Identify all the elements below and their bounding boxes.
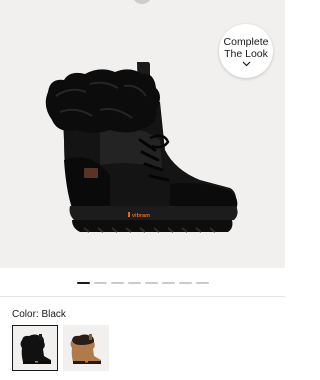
swatch-chestnut-image [70, 334, 101, 364]
complete-the-look-label-1: Complete [223, 35, 269, 48]
sole-brand-logo: vibram [132, 213, 150, 219]
carousel-dot-5[interactable] [144, 282, 158, 284]
carousel-pagination [0, 282, 285, 284]
chevron-down-icon [242, 61, 250, 66]
boot-midsole [69, 206, 238, 220]
carousel-dot-3[interactable] [110, 282, 124, 284]
carousel-dot-7[interactable] [178, 282, 192, 284]
divider [0, 296, 285, 297]
product-image-gallery[interactable]: vibram Complete The Look [0, 0, 285, 268]
boot-outsole [72, 220, 233, 232]
brand-tag [84, 168, 98, 178]
color-swatch-black[interactable] [12, 325, 58, 371]
carousel-dot-4[interactable] [127, 282, 141, 284]
carousel-dot-1[interactable] [76, 282, 90, 284]
carousel-dot-8[interactable] [195, 282, 209, 284]
carousel-dot-6[interactable] [161, 282, 175, 284]
color-swatch-chestnut[interactable] [63, 325, 109, 371]
fur-collar [45, 69, 160, 133]
complete-the-look-label-2: The Look [224, 47, 268, 60]
complete-the-look-button[interactable]: Complete The Look [219, 24, 273, 78]
swatch-black-image [20, 334, 51, 364]
color-label: Color: Black [12, 309, 66, 320]
carousel-dot-2[interactable] [93, 282, 107, 284]
